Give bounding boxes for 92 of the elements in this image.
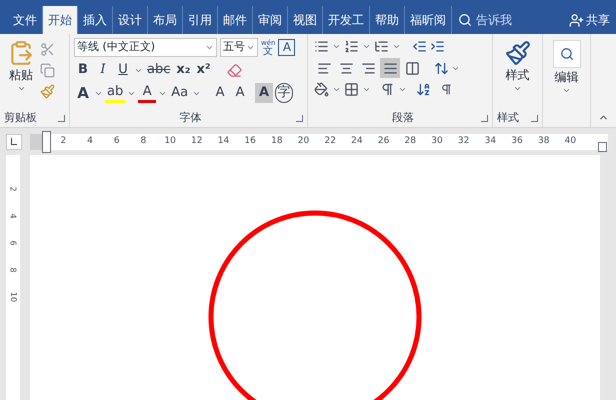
tab-stop-icon[interactable] — [6, 134, 22, 150]
ruler-number: 24 — [350, 134, 364, 148]
search-icon[interactable] — [458, 13, 472, 27]
share-button[interactable]: 共享 — [586, 11, 610, 29]
ruler-number: 8 — [140, 134, 148, 148]
alignment-icon — [404, 60, 420, 76]
eraser-icon[interactable] — [226, 62, 242, 78]
caret-icon[interactable] — [392, 42, 401, 51]
grow-font-button[interactable]: A — [211, 83, 230, 103]
alignment-icon — [338, 60, 354, 76]
ruler-number: 6 — [9, 240, 17, 246]
ruler-number: 40 — [564, 134, 578, 148]
indent-marker-icon[interactable] — [42, 130, 51, 152]
caret-icon[interactable] — [246, 43, 255, 52]
ruler-number: 30 — [430, 134, 444, 148]
alignment-icon — [382, 60, 398, 76]
underline-button[interactable]: U — [114, 60, 132, 80]
caret-icon[interactable] — [332, 42, 341, 51]
shrink-font-button[interactable]: A — [231, 83, 250, 103]
caret-icon[interactable] — [398, 85, 407, 94]
numbered-list-icon[interactable] — [344, 39, 359, 54]
paste-button[interactable]: 粘贴 — [6, 40, 36, 109]
caret-icon[interactable] — [362, 42, 371, 51]
person-icon[interactable] — [569, 12, 584, 28]
text-effects-button[interactable]: A — [74, 83, 92, 103]
group-label: 字体 — [180, 110, 202, 126]
ruler-number: 8 — [9, 267, 17, 273]
ruler-margin — [30, 134, 42, 150]
ruler-number: 4 — [9, 213, 17, 219]
ruler-number: 10 — [163, 134, 177, 148]
font-color-button[interactable]: A — [138, 83, 156, 103]
strikethrough-button[interactable]: abc — [145, 60, 172, 80]
ruler-number: 26 — [376, 134, 390, 148]
right-indent-marker-icon[interactable] — [598, 142, 607, 152]
ruler-number: 16 — [243, 134, 257, 148]
shading-icon[interactable] — [314, 82, 329, 97]
ruler-number: 28 — [404, 134, 417, 148]
caret-icon — [513, 84, 522, 93]
ruler-number: 36 — [510, 134, 524, 148]
character-border-button[interactable]: A — [278, 39, 296, 56]
caret-icon — [562, 86, 571, 95]
alignment-icon — [360, 60, 376, 76]
caret-icon — [16, 84, 26, 93]
dialog-launcher-icon[interactable] — [296, 114, 303, 122]
change-case-button[interactable]: Aa — [169, 83, 190, 103]
borders-icon[interactable] — [344, 82, 359, 97]
group-label: 剪贴板 — [4, 110, 37, 126]
ruler-number: 18 — [270, 134, 284, 148]
ruler-number: 38 — [536, 134, 550, 148]
font-size-dropdown[interactable]: 五号 — [220, 38, 258, 57]
paintbrush-icon — [504, 40, 530, 66]
ruler-number: 32 — [456, 134, 470, 148]
multilevel-list-icon[interactable] — [374, 39, 389, 54]
decrease-indent-icon[interactable] — [412, 39, 427, 54]
search-icon — [560, 47, 574, 61]
ruler-number: 22 — [323, 134, 337, 148]
dialog-launcher-icon[interactable] — [58, 114, 65, 122]
group-label: 样式 — [497, 110, 519, 126]
ruler-number: 4 — [86, 134, 94, 148]
bullet-list-icon[interactable] — [314, 39, 329, 54]
ruler-number: 14 — [216, 134, 230, 148]
caret-icon[interactable] — [332, 85, 341, 94]
tell-me-field[interactable]: 告诉我 — [476, 11, 512, 29]
subscript-button[interactable]: x₂ — [174, 60, 192, 80]
character-shading-button[interactable]: A — [255, 83, 274, 103]
show-marks-icon[interactable] — [440, 83, 453, 96]
ruler-number: 12 — [190, 134, 204, 148]
italic-button[interactable]: I — [94, 60, 112, 80]
ruler-number: 2 — [59, 134, 68, 148]
ruler-number: 34 — [484, 134, 498, 148]
alignment-icon — [316, 60, 332, 76]
ribbon-tab[interactable]: 开始 — [43, 6, 78, 34]
ruler-number: 20 — [296, 134, 310, 148]
line-spacing-icon[interactable] — [434, 60, 449, 76]
dialog-launcher-icon[interactable] — [481, 114, 488, 122]
bold-button[interactable]: B — [74, 60, 92, 80]
dialog-launcher-icon[interactable] — [531, 114, 538, 122]
styles-button[interactable]: 样式 — [493, 34, 542, 109]
superscript-button[interactable]: x² — [194, 60, 213, 80]
caret-icon[interactable] — [205, 43, 214, 52]
caret-icon[interactable] — [362, 85, 371, 94]
alignment-button[interactable] — [380, 58, 400, 78]
ruler-number: 10 — [9, 292, 17, 302]
increase-indent-icon[interactable] — [430, 39, 445, 54]
group-label: 段落 — [392, 110, 414, 126]
ruler-number: 6 — [112, 134, 121, 148]
enclose-characters-button[interactable]: 字 — [275, 83, 294, 103]
font-name-dropdown[interactable]: 等线 (中文正文) — [74, 38, 217, 57]
format-painter-icon[interactable] — [40, 84, 55, 99]
ruler-number: 2 — [9, 186, 17, 192]
sort-icon[interactable] — [416, 82, 431, 97]
highlight-button[interactable]: ab — [105, 83, 126, 103]
